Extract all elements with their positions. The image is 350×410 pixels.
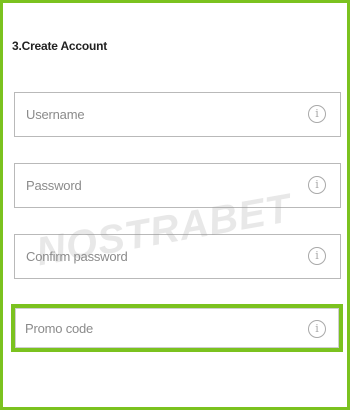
info-icon[interactable]: i — [308, 247, 326, 265]
info-icon[interactable]: i — [308, 320, 326, 338]
confirm-password-placeholder: Confirm password — [26, 249, 128, 264]
info-icon[interactable]: i — [308, 105, 326, 123]
confirm-password-field[interactable]: Confirm password i — [14, 234, 341, 279]
create-account-panel: 3.Create Account Username i Password i C… — [0, 0, 350, 410]
username-placeholder: Username — [26, 107, 85, 122]
promo-code-field[interactable]: Promo code i — [15, 308, 339, 348]
section-title: 3.Create Account — [12, 39, 108, 53]
promo-code-placeholder: Promo code — [25, 321, 94, 336]
info-icon[interactable]: i — [308, 176, 326, 194]
password-field[interactable]: Password i — [14, 163, 341, 208]
username-field[interactable]: Username i — [14, 92, 341, 137]
password-placeholder: Password — [26, 178, 82, 193]
promo-code-highlight: Promo code i — [11, 304, 343, 352]
